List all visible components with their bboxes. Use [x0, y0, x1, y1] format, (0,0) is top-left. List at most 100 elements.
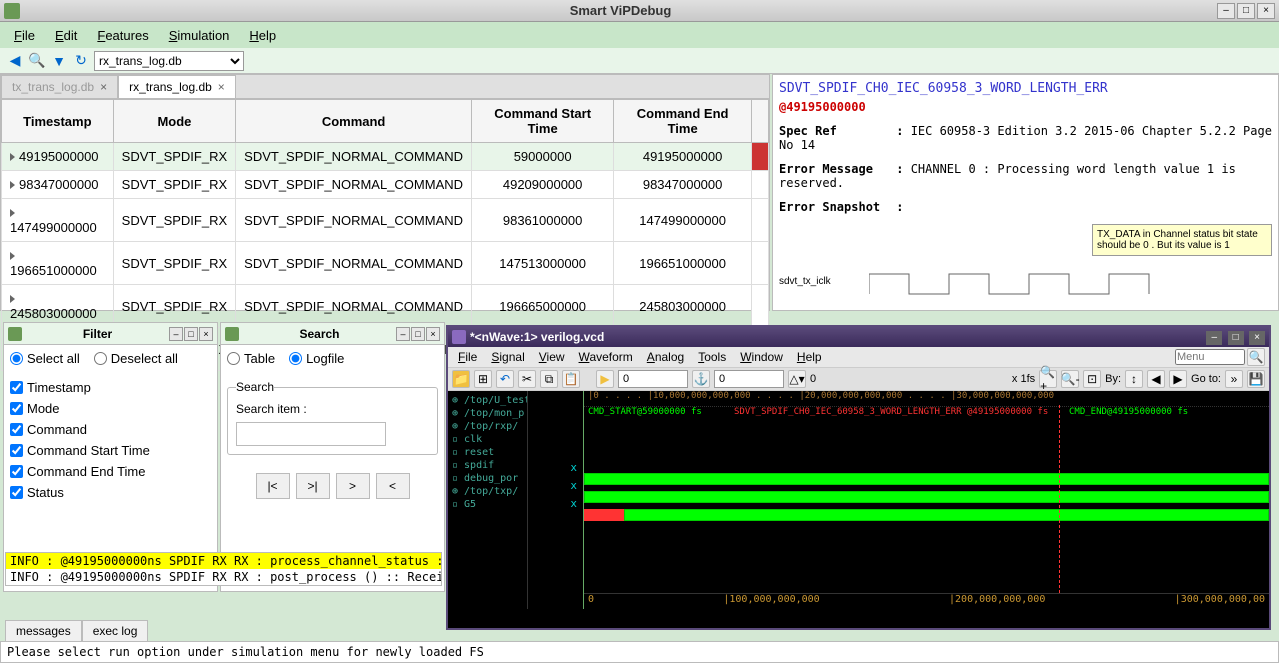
- by-mode-icon[interactable]: ↕: [1125, 370, 1143, 388]
- tree-item[interactable]: ⊕ /top/mon_p: [452, 408, 523, 419]
- select-all-radio[interactable]: Select all: [10, 351, 80, 366]
- nwave-toolbar: 📁 ⊞ ↶ ✂ ⧉ 📋 ▶ ⚓ △▾ 0 x 1fs 🔍+ 🔍- ⊡ By: ↕…: [448, 367, 1269, 391]
- cut-icon[interactable]: ✂: [518, 370, 536, 388]
- panel-maximize-button[interactable]: □: [411, 327, 425, 341]
- filter-icon[interactable]: ▼: [50, 52, 68, 70]
- col-mode[interactable]: Mode: [113, 100, 235, 143]
- panel-minimize-button[interactable]: –: [396, 327, 410, 341]
- search-mode-logfile-radio[interactable]: Logfile: [289, 351, 344, 366]
- tree-item[interactable]: ▫ reset: [452, 447, 523, 458]
- zoom-fit-icon[interactable]: ⊡: [1083, 370, 1101, 388]
- nwave-menu-search-icon[interactable]: 🔍: [1247, 348, 1265, 366]
- table-row[interactable]: 196651000000SDVT_SPDIF_RXSDVT_SPDIF_NORM…: [2, 242, 769, 285]
- log-area[interactable]: INFO : @49195000000ns SPDIF RX RX : proc…: [5, 552, 442, 586]
- next-edge-icon[interactable]: ▶: [1169, 370, 1187, 388]
- paste-icon[interactable]: 📋: [562, 370, 580, 388]
- tab-label: rx_trans_log.db: [129, 80, 212, 94]
- menu-file[interactable]: File: [6, 26, 43, 45]
- filter-field-command-end-time[interactable]: Command End Time: [10, 464, 211, 479]
- cursor1-input[interactable]: [618, 370, 688, 388]
- prev-edge-icon[interactable]: ◀: [1147, 370, 1165, 388]
- back-icon[interactable]: ◀: [6, 52, 24, 70]
- minimize-button[interactable]: –: [1217, 3, 1235, 19]
- search-input[interactable]: [236, 422, 386, 446]
- prev-button[interactable]: <: [376, 473, 410, 499]
- nwave-menu-analog[interactable]: Analog: [641, 348, 690, 366]
- tab-messages[interactable]: messages: [5, 620, 82, 642]
- panel-close-button[interactable]: ×: [426, 327, 440, 341]
- col-start-time[interactable]: Command Start Time: [472, 100, 614, 143]
- anchor-icon[interactable]: ⚓: [692, 370, 710, 388]
- nwave-close-button[interactable]: ×: [1249, 331, 1265, 345]
- menu-simulation[interactable]: Simulation: [161, 26, 238, 45]
- tree-item[interactable]: ▫ G5: [452, 499, 523, 510]
- tree-item[interactable]: ▫ debug_por: [452, 473, 523, 484]
- nwave-menu-waveform[interactable]: Waveform: [573, 348, 639, 366]
- tree-item[interactable]: ⊕ /top/txp/: [452, 486, 523, 497]
- file-select[interactable]: rx_trans_log.db: [94, 51, 244, 71]
- menu-help[interactable]: Help: [241, 26, 284, 45]
- tree-item[interactable]: ⊕ /top/U_test: [452, 395, 523, 406]
- nwave-maximize-button[interactable]: □: [1228, 331, 1244, 345]
- panel-minimize-button[interactable]: –: [169, 327, 183, 341]
- nwave-menu-search-input[interactable]: [1175, 349, 1245, 365]
- tree-item[interactable]: ▫ clk: [452, 434, 523, 445]
- save-icon[interactable]: 💾: [1247, 370, 1265, 388]
- filter-field-timestamp[interactable]: Timestamp: [10, 380, 211, 395]
- filter-field-status[interactable]: Status: [10, 485, 211, 500]
- table-row[interactable]: 98347000000SDVT_SPDIF_RXSDVT_SPDIF_NORMA…: [2, 171, 769, 199]
- nwave-minimize-button[interactable]: –: [1206, 331, 1222, 345]
- panel-maximize-button[interactable]: □: [184, 327, 198, 341]
- deselect-all-radio[interactable]: Deselect all: [94, 351, 178, 366]
- table-row[interactable]: 147499000000SDVT_SPDIF_RXSDVT_SPDIF_NORM…: [2, 199, 769, 242]
- nwave-signal-tree[interactable]: ⊕ /top/U_test ⊕ /top/mon_p ⊕ /top/rxp/ ▫ c…: [448, 391, 528, 609]
- menu-features[interactable]: Features: [89, 26, 156, 45]
- nwave-menu-help[interactable]: Help: [791, 348, 828, 366]
- maximize-button[interactable]: □: [1237, 3, 1255, 19]
- last-button[interactable]: >|: [296, 473, 330, 499]
- zoom-in-icon[interactable]: 🔍+: [1039, 370, 1057, 388]
- col-command[interactable]: Command: [236, 100, 472, 143]
- hierarchy-icon[interactable]: ⊞: [474, 370, 492, 388]
- tab-close-icon[interactable]: ×: [100, 80, 107, 94]
- close-button[interactable]: ×: [1257, 3, 1275, 19]
- menu-edit[interactable]: Edit: [47, 26, 85, 45]
- refresh-icon[interactable]: ↻: [72, 52, 90, 70]
- nwave-waveform-area[interactable]: |0 . . . . |10,000,000,000,000 . . . . |…: [584, 391, 1269, 609]
- tab-tx-trans-log[interactable]: tx_trans_log.db ×: [1, 75, 118, 98]
- col-timestamp[interactable]: Timestamp: [2, 100, 114, 143]
- zoom-out-icon[interactable]: 🔍-: [1061, 370, 1079, 388]
- tab-rx-trans-log[interactable]: rx_trans_log.db ×: [118, 75, 236, 98]
- search-mode-table-radio[interactable]: Table: [227, 351, 275, 366]
- nwave-menu-signal[interactable]: Signal: [485, 348, 530, 366]
- next-button[interactable]: >: [336, 473, 370, 499]
- first-button[interactable]: |<: [256, 473, 290, 499]
- panel-close-button[interactable]: ×: [199, 327, 213, 341]
- file-tabs: tx_trans_log.db × rx_trans_log.db ×: [1, 75, 769, 99]
- nwave-menu-window[interactable]: Window: [734, 348, 789, 366]
- nwave-menu-tools[interactable]: Tools: [692, 348, 732, 366]
- filter-field-command-start-time[interactable]: Command Start Time: [10, 443, 211, 458]
- open-icon[interactable]: 📁: [452, 370, 470, 388]
- log-line[interactable]: INFO : @49195000000ns SPDIF RX RX : post…: [6, 569, 441, 585]
- tab-close-icon[interactable]: ×: [218, 80, 225, 94]
- col-end-time[interactable]: Command End Time: [614, 100, 752, 143]
- col-status[interactable]: [752, 100, 769, 143]
- goto-menu-icon[interactable]: »: [1225, 370, 1243, 388]
- log-line[interactable]: INFO : @49195000000ns SPDIF RX RX : proc…: [6, 553, 441, 569]
- cursor2-input[interactable]: [714, 370, 784, 388]
- copy-icon[interactable]: ⧉: [540, 370, 558, 388]
- table-row[interactable]: 49195000000SDVT_SPDIF_RXSDVT_SPDIF_NORMA…: [2, 143, 769, 171]
- nwave-menu-view[interactable]: View: [533, 348, 571, 366]
- cursor-icon[interactable]: ▶: [596, 370, 614, 388]
- tree-item[interactable]: ▫ spdif: [452, 460, 523, 471]
- undo-icon[interactable]: ↶: [496, 370, 514, 388]
- filter-field-command[interactable]: Command: [10, 422, 211, 437]
- zoom-icon[interactable]: 🔍: [28, 52, 46, 70]
- nwave-window[interactable]: *<nWave:1> verilog.vcd – □ × File Signal…: [446, 325, 1271, 630]
- filter-field-mode[interactable]: Mode: [10, 401, 211, 416]
- tab-exec-log[interactable]: exec log: [82, 620, 149, 642]
- tree-item[interactable]: ⊕ /top/rxp/: [452, 421, 523, 432]
- nwave-menu-file[interactable]: File: [452, 348, 483, 366]
- delta-icon[interactable]: △▾: [788, 370, 806, 388]
